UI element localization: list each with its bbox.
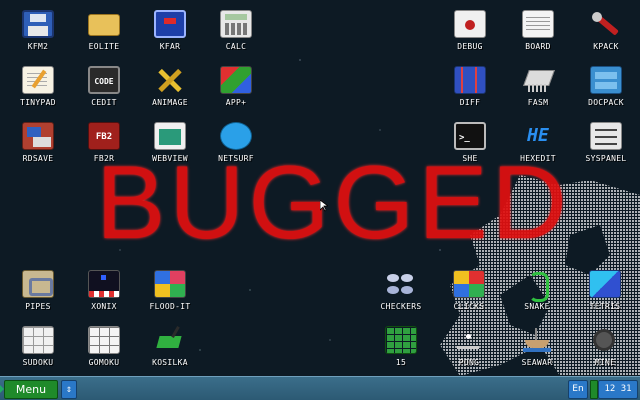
floppy-disk-icon [22,10,54,38]
folder-icon [88,14,120,36]
checkers-icon[interactable]: CHECKERS [369,266,433,318]
gomoku-icon[interactable]: GOMOKU [72,322,136,374]
pong-game-icon [453,326,485,354]
code-icon: CODE [88,66,120,94]
blocks-icon [453,270,485,298]
seawar-icon[interactable]: SEAWAR [505,322,569,374]
taskbar: Menu ⇕ En 12 31 [0,376,640,400]
calc-icon[interactable]: CALC [204,6,268,58]
pipes-game-icon [22,270,54,298]
tic-tac-grid-icon [88,326,120,354]
sudoku-grid-icon [22,326,54,354]
cabinet-icon [590,66,622,94]
ship-icon [521,326,553,354]
pong-icon[interactable]: PONG [437,322,501,374]
board-window-icon [522,10,554,38]
sudoku-icon[interactable]: SUDOKU [6,322,70,374]
app-plus-icon[interactable]: APP+ [204,62,268,114]
syspanel-icon[interactable]: SYSPANEL [574,118,638,170]
debug-icon[interactable]: DEBUG [438,6,502,58]
color-grid-icon [154,270,186,298]
snake-game-icon [521,270,553,302]
lawnmower-icon [154,326,186,354]
sliders-icon [590,122,622,150]
minimize-all-arrow-icon[interactable]: ⇕ [61,380,77,399]
flood-it-icon[interactable]: FLOOD-IT [138,266,202,318]
notepad-pencil-icon [22,66,54,94]
kosilka-icon[interactable]: KOSILKA [138,322,202,374]
animage-icon[interactable]: ANIMAGE [138,62,202,114]
bug-window-icon [454,10,486,38]
pipes-icon[interactable]: PIPES [6,266,70,318]
rdsave-disk-icon [22,122,54,150]
mine-bomb-icon [589,326,621,354]
xonix-game-icon [88,270,120,298]
kpack-icon[interactable]: KPACK [574,6,638,58]
calculator-icon [220,10,252,38]
pencil-cross-icon [154,66,186,94]
board-icon[interactable]: BOARD [506,6,570,58]
chip-icon [522,66,555,94]
menu-button[interactable]: Menu [0,380,58,399]
kfar-panels-icon [154,10,186,38]
game15-icon[interactable]: 15 [369,322,433,374]
kfar-icon[interactable]: KFAR [138,6,202,58]
xonix-icon[interactable]: XONIX [72,266,136,318]
mouse-cursor-icon [320,200,328,212]
tinypad-icon[interactable]: TINYPAD [6,62,70,114]
mine-icon[interactable]: MINE [573,322,637,374]
tray-separator [590,380,598,399]
rdsave-icon[interactable]: RDSAVE [6,118,70,170]
tetris-icon[interactable]: TETRIS [573,266,637,318]
tetris-blocks-icon [589,270,621,298]
diff-icon[interactable]: DIFF [438,62,502,114]
fasm-icon[interactable]: FASM [506,62,570,114]
snake-icon[interactable]: SNAKE [505,266,569,318]
eolite-icon[interactable]: EOLITE [72,6,136,58]
clock[interactable]: 12 31 [598,380,638,399]
docpack-icon[interactable]: DOCPACK [574,62,638,114]
desktop: KFM2 EOLITE KFAR CALC DEBUG BOARD KPACK … [0,0,640,376]
checkers-pieces-icon [385,270,417,298]
kfm2-icon[interactable]: KFM2 [6,6,70,58]
language-indicator[interactable]: En [568,380,588,399]
cedit-icon[interactable]: CODE CEDIT [72,62,136,114]
colored-cube-icon [220,66,252,94]
diff-grid-icon [454,66,486,94]
fifteen-puzzle-icon [385,326,417,354]
clicks-icon[interactable]: CLICKS [437,266,501,318]
wrench-icon [590,10,622,38]
